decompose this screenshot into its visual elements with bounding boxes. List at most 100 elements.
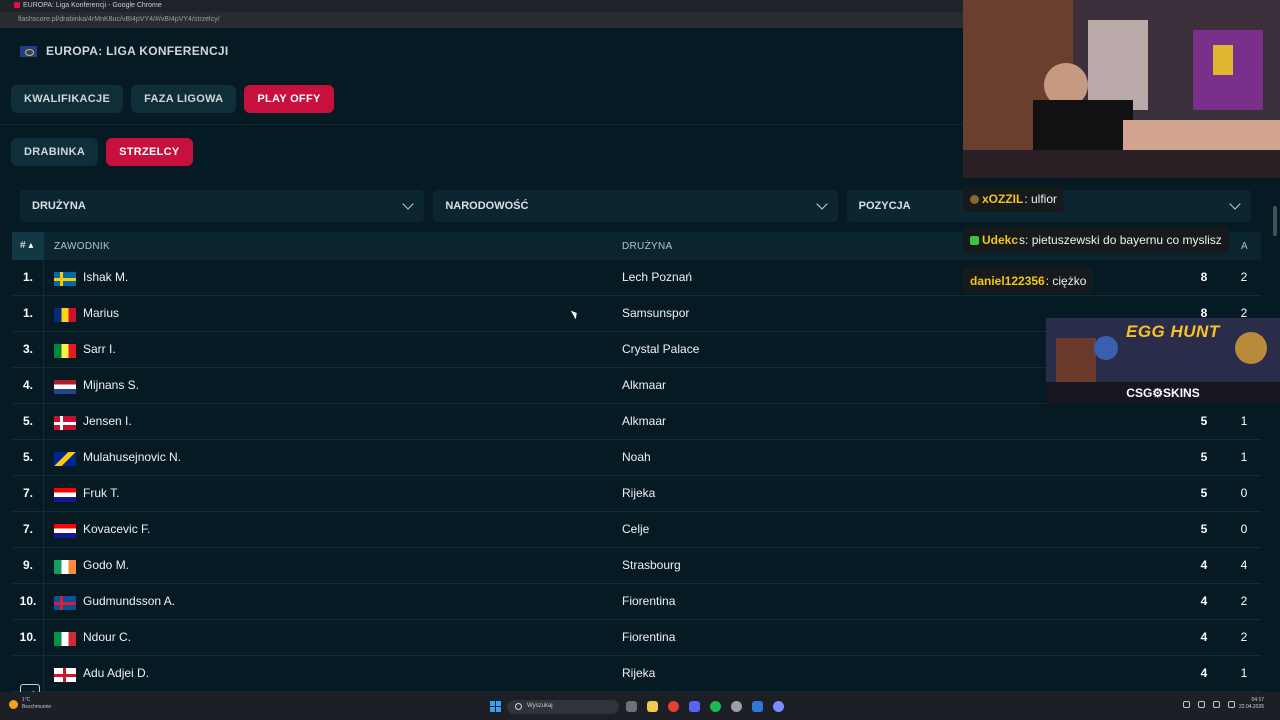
player-name-link[interactable]: Jensen I.	[83, 404, 132, 439]
ireland-flag-icon	[54, 560, 76, 574]
spotify-icon[interactable]	[710, 701, 721, 712]
goals-cell: 4	[1200, 594, 1208, 608]
chevron-down-icon	[815, 198, 828, 210]
filter-bar: DRUŻYNA NARODOWOŚĆ POZYCJA	[20, 190, 1251, 222]
chat-text: : ulfior	[1024, 192, 1058, 206]
task-view-icon[interactable]	[626, 701, 637, 712]
goals-cell: 4	[1200, 558, 1208, 572]
tab-strzelcy[interactable]: STRZELCY	[106, 138, 193, 166]
weather-desc: Bezchmurnie	[22, 704, 52, 710]
team-name-link[interactable]: Celje	[622, 512, 649, 547]
rank-header-label: #	[20, 240, 26, 251]
table-row[interactable]: 9. Godo M. Strasbourg 4 4	[12, 548, 1261, 584]
shield-check-icon[interactable]	[20, 684, 40, 692]
notepad-icon[interactable]	[752, 701, 763, 712]
table-row[interactable]: 10. Ndour C. Fiorentina 4 2	[12, 620, 1261, 656]
player-name-link[interactable]: Gudmundsson A.	[83, 584, 175, 619]
banner-brand: CSG⚙SKINS	[1046, 382, 1280, 404]
player-name-link[interactable]: Fruk T.	[83, 476, 119, 511]
team-name-link[interactable]: Samsunspor	[622, 296, 689, 331]
page-scrollbar[interactable]	[1273, 206, 1277, 236]
table-row[interactable]: 7. Fruk T. Rijeka 5 0	[12, 476, 1261, 512]
chat-badge-icon	[970, 235, 979, 245]
team-name-link[interactable]: Alkmaar	[622, 368, 666, 403]
taskbar-search[interactable]: Wyszukaj	[507, 700, 619, 714]
table-row[interactable]: 5. Mulahusejnovic N. Noah 5 1	[12, 440, 1261, 476]
breadcrumb[interactable]: EUROPA: LIGA KONFERENCJI	[20, 44, 229, 58]
player-name-link[interactable]: Marius	[83, 296, 119, 331]
microphone-icon[interactable]	[1198, 701, 1205, 708]
tab-kwalifikacje[interactable]: KWALIFIKACJE	[11, 85, 124, 113]
view-tabs: DRABINKA STRZELCY	[11, 138, 193, 166]
croatia-flag-icon	[54, 488, 76, 502]
chat-message: xOZZIL: ulfior	[963, 186, 1065, 212]
goals-cell: 5	[1200, 450, 1208, 464]
chevron-up-icon[interactable]	[1183, 701, 1190, 708]
player-name-link[interactable]: Kovacevic F.	[83, 512, 150, 547]
netherlands-flag-icon	[54, 380, 76, 394]
team-name-link[interactable]: Noah	[622, 440, 651, 475]
sun-icon	[9, 699, 18, 709]
player-name-link[interactable]: Adu Adjei D.	[83, 656, 149, 691]
file-explorer-icon[interactable]	[647, 701, 658, 712]
chat-message: Udekc s: pietuszewski do bayernu co mysli…	[963, 227, 1229, 253]
rank-cell: 7.	[12, 476, 44, 511]
windows-start-icon[interactable]	[490, 701, 501, 712]
player-name-link[interactable]: Ishak M.	[83, 260, 128, 295]
assists-header[interactable]: A	[1241, 241, 1248, 252]
tab-play-offy[interactable]: PLAY OFFY	[244, 85, 334, 113]
chat-username: xOZZIL	[982, 192, 1024, 206]
tab-drabinka[interactable]: DRABINKA	[11, 138, 99, 166]
chat-username: Udekc	[982, 233, 1019, 247]
goals-cell: 5	[1200, 522, 1208, 536]
team-name-link[interactable]: Alkmaar	[622, 404, 666, 439]
team-name-link[interactable]: Strasbourg	[622, 548, 681, 583]
tab-faza-ligowa[interactable]: FAZA LIGOWA	[131, 85, 237, 113]
table-row[interactable]: 7. Kovacevic F. Celje 5 0	[12, 512, 1261, 548]
player-name-link[interactable]: Ndour C.	[83, 620, 131, 655]
webcam-video	[963, 0, 1280, 178]
search-placeholder: Wyszukaj	[527, 703, 553, 709]
clock-time: 04:17	[1251, 697, 1265, 703]
rank-sort-header[interactable]: # ▴	[12, 232, 44, 260]
team-filter-dropdown[interactable]: DRUŻYNA	[20, 190, 425, 222]
table-row[interactable]: 10. Gudmundsson A. Fiorentina 4 2	[12, 584, 1261, 620]
assists-cell: 0	[1240, 486, 1248, 500]
volume-icon[interactable]	[1228, 701, 1235, 708]
stage-tabs: KWALIFIKACJE FAZA LIGOWA PLAY OFFY	[11, 85, 334, 113]
table-row[interactable]: Adu Adjei D. Rijeka 4 1	[12, 656, 1261, 692]
team-name-link[interactable]: Lech Poznań	[622, 260, 692, 295]
team-name-link[interactable]: Fiorentina	[622, 620, 675, 655]
assists-cell: 0	[1240, 522, 1248, 536]
rank-cell: 10.	[12, 584, 44, 619]
team-name-link[interactable]: Rijeka	[622, 476, 655, 511]
url-text: flashscore.pl/drabinka/4rMnK8uc/vBI4pVY4…	[18, 16, 220, 23]
player-name-link[interactable]: Mijnans S.	[83, 368, 139, 403]
sponsor-banner[interactable]: EGG HUNT CSG⚙SKINS	[1046, 318, 1280, 404]
chrome-icon[interactable]	[668, 701, 679, 712]
app-icon[interactable]	[773, 701, 784, 712]
team-header[interactable]: DRUŻYNA	[622, 241, 672, 252]
nationality-filter-dropdown[interactable]: NARODOWOŚĆ	[433, 190, 838, 222]
pinned-apps	[626, 701, 784, 712]
team-name-link[interactable]: Fiorentina	[622, 584, 675, 619]
goals-cell: 5	[1200, 414, 1208, 428]
rank-cell: 4.	[12, 368, 44, 403]
goals-cell: 5	[1200, 486, 1208, 500]
settings-icon[interactable]	[731, 701, 742, 712]
weather-temp: 1°C	[22, 697, 31, 703]
banner-headline: EGG HUNT	[1126, 322, 1220, 341]
europe-flag-icon	[20, 45, 37, 57]
team-name-link[interactable]: Rijeka	[622, 656, 655, 691]
discord-icon[interactable]	[689, 701, 700, 712]
team-name-link[interactable]: Crystal Palace	[622, 332, 699, 367]
player-name-link[interactable]: Mulahusejnovic N.	[83, 440, 181, 475]
table-row[interactable]: 5. Jensen I. Alkmaar 5 1	[12, 404, 1261, 440]
chat-badge-icon	[970, 194, 979, 204]
player-header[interactable]: ZAWODNIK	[54, 241, 110, 252]
taskbar-clock[interactable]: 04:17 22.04.2026	[1239, 697, 1264, 711]
network-icon[interactable]	[1213, 701, 1220, 708]
player-name-link[interactable]: Godo M.	[83, 548, 129, 583]
player-name-link[interactable]: Sarr I.	[83, 332, 116, 367]
weather-widget[interactable]: 1°C Bezchmurnie	[9, 697, 51, 711]
